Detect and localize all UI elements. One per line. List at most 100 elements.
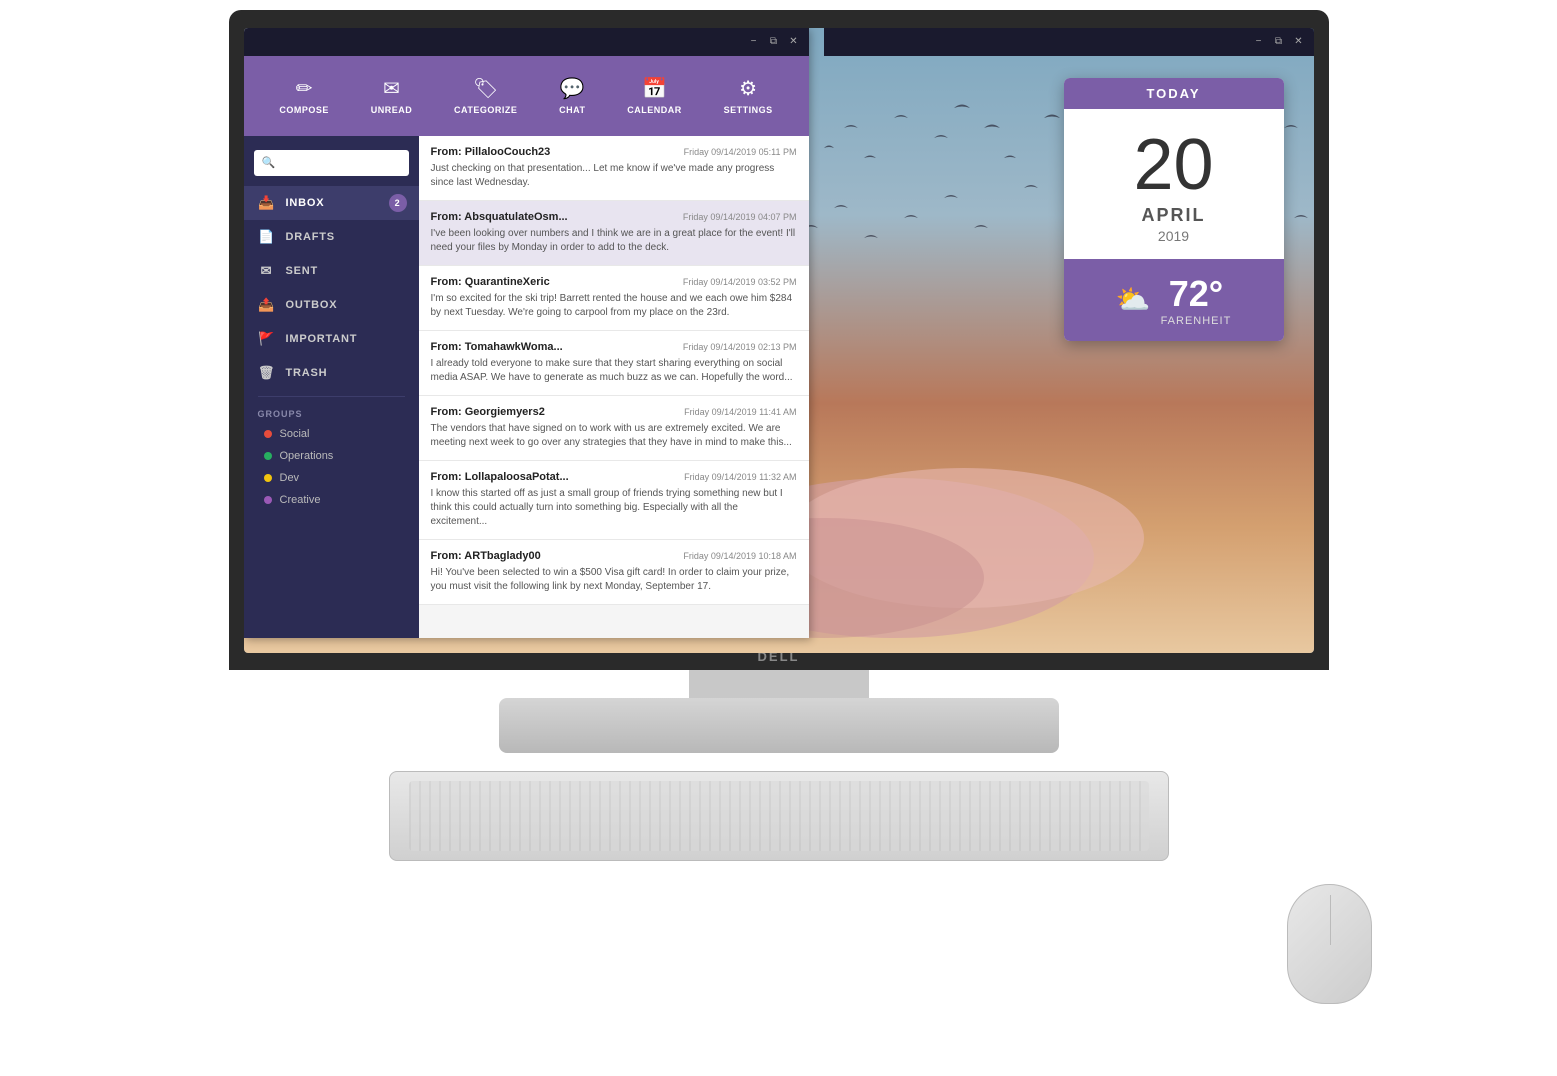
- email-header: From: LollapaloosaPotat... Friday 09/14/…: [431, 471, 797, 483]
- sidebar-item-trash[interactable]: 🗑 TRASH: [244, 356, 419, 390]
- calendar-widget: TODAY 20 APRIL 2019 ⛅ 72° FARENHEIT: [1064, 78, 1284, 341]
- operations-label: Operations: [280, 450, 334, 462]
- sidebar-group-creative[interactable]: Creative: [244, 489, 419, 511]
- email-preview: I've been looking over numbers and I thi…: [431, 227, 797, 255]
- email-item[interactable]: From: LollapaloosaPotat... Friday 09/14/…: [419, 461, 809, 540]
- email-body: 🔍 📥 INBOX 2 📄 DRAFTS: [244, 136, 809, 638]
- cal-close-button[interactable]: ✕: [1292, 35, 1306, 49]
- creative-label: Creative: [280, 494, 321, 506]
- weather-info: 72° FARENHEIT: [1161, 273, 1232, 327]
- outbox-icon: 📤: [258, 297, 276, 313]
- monitor-stand-neck: [689, 670, 869, 698]
- email-header: From: AbsquatulateOsm... Friday 09/14/20…: [431, 211, 797, 223]
- email-titlebar: − ⧉ ✕: [244, 28, 809, 56]
- email-from: From: PillalooCouch23: [431, 146, 551, 158]
- sidebar-divider: [258, 396, 405, 397]
- email-date: Friday 09/14/2019 11:32 AM: [684, 472, 796, 482]
- sent-icon: ✉: [258, 263, 276, 279]
- search-icon: 🔍: [262, 156, 276, 169]
- keyboard-keys: [409, 781, 1149, 851]
- email-item[interactable]: From: Georgiemyers2 Friday 09/14/2019 11…: [419, 396, 809, 461]
- sidebar-item-important[interactable]: 🚩 IMPORTANT: [244, 322, 419, 356]
- email-date: Friday 09/14/2019 10:18 AM: [683, 551, 796, 561]
- email-header: From: Georgiemyers2 Friday 09/14/2019 11…: [431, 406, 797, 418]
- email-item[interactable]: From: PillalooCouch23 Friday 09/14/2019 …: [419, 136, 809, 201]
- calendar-month: APRIL: [1074, 205, 1274, 226]
- dev-dot: [264, 474, 272, 482]
- email-from: From: ARTbaglady00: [431, 550, 541, 562]
- email-item[interactable]: From: ARTbaglady00 Friday 09/14/2019 10:…: [419, 540, 809, 605]
- email-preview: The vendors that have signed on to work …: [431, 422, 797, 450]
- drafts-label: DRAFTS: [286, 231, 335, 243]
- monitor-wrapper: DELL: [0, 0, 1557, 1076]
- email-preview: I'm so excited for the ski trip! Barrett…: [431, 292, 797, 320]
- calendar-date-area: 20 APRIL 2019: [1064, 109, 1284, 259]
- sent-label: SENT: [286, 265, 319, 277]
- email-header: From: ARTbaglady00 Friday 09/14/2019 10:…: [431, 550, 797, 562]
- cal-minimize-button[interactable]: −: [1252, 35, 1266, 49]
- calendar-label: CALENDAR: [627, 105, 682, 115]
- email-date: Friday 09/14/2019 04:07 PM: [683, 212, 797, 222]
- mouse[interactable]: [1287, 884, 1372, 1004]
- calendar-icon: 📅: [642, 76, 667, 101]
- calendar-titlebar: − ⧉ ✕: [824, 28, 1314, 56]
- important-icon: 🚩: [258, 331, 276, 347]
- maximize-button[interactable]: ⧉: [767, 35, 781, 49]
- unread-label: UNREAD: [371, 105, 413, 115]
- drafts-icon: 📄: [258, 229, 276, 245]
- sidebar-item-inbox[interactable]: 📥 INBOX 2: [244, 186, 419, 220]
- outbox-label: OUTBOX: [286, 299, 338, 311]
- trash-icon: 🗑: [258, 365, 276, 381]
- email-sidebar: 🔍 📥 INBOX 2 📄 DRAFTS: [244, 136, 419, 638]
- sidebar-item-drafts[interactable]: 📄 DRAFTS: [244, 220, 419, 254]
- chat-icon: 💬: [560, 76, 585, 101]
- compose-label: COMPOSE: [279, 105, 329, 115]
- mouse-scroll-wheel: [1330, 895, 1331, 945]
- cal-maximize-button[interactable]: ⧉: [1272, 35, 1286, 49]
- email-date: Friday 09/14/2019 11:41 AM: [684, 407, 796, 417]
- toolbar-chat[interactable]: 💬 CHAT: [559, 76, 585, 115]
- email-preview: I know this started off as just a small …: [431, 487, 797, 529]
- toolbar-unread[interactable]: ✉ UNREAD: [371, 76, 413, 115]
- inbox-badge: 2: [389, 194, 407, 212]
- sidebar-group-operations[interactable]: Operations: [244, 445, 419, 467]
- email-window: − ⧉ ✕ ✏ COMPOSE ✉ UNREAD 🏷: [244, 28, 809, 638]
- settings-icon: ⚙: [739, 76, 757, 101]
- categorize-label: CATEGORIZE: [454, 105, 517, 115]
- dev-label: Dev: [280, 472, 300, 484]
- calendar-year: 2019: [1074, 228, 1274, 244]
- keyboard[interactable]: [389, 771, 1169, 861]
- email-preview: I already told everyone to make sure tha…: [431, 357, 797, 385]
- calendar-today-bar: TODAY: [1064, 78, 1284, 109]
- email-date: Friday 09/14/2019 02:13 PM: [683, 342, 797, 352]
- toolbar-categorize[interactable]: 🏷 CATEGORIZE: [454, 76, 517, 115]
- social-label: Social: [280, 428, 310, 440]
- operations-dot: [264, 452, 272, 460]
- email-list: From: PillalooCouch23 Friday 09/14/2019 …: [419, 136, 809, 638]
- calendar-weather: ⛅ 72° FARENHEIT: [1064, 259, 1284, 341]
- sidebar-item-sent[interactable]: ✉ SENT: [244, 254, 419, 288]
- calendar-day: 20: [1074, 129, 1274, 201]
- groups-section-title: GROUPS: [244, 403, 419, 423]
- email-from: From: AbsquatulateOsm...: [431, 211, 568, 223]
- email-item[interactable]: From: AbsquatulateOsm... Friday 09/14/20…: [419, 201, 809, 266]
- minimize-button[interactable]: −: [747, 35, 761, 49]
- social-dot: [264, 430, 272, 438]
- toolbar-settings[interactable]: ⚙ SETTINGS: [724, 76, 773, 115]
- settings-label: SETTINGS: [724, 105, 773, 115]
- toolbar-compose[interactable]: ✏ COMPOSE: [279, 76, 329, 115]
- sidebar-item-outbox[interactable]: 📤 OUTBOX: [244, 288, 419, 322]
- compose-icon: ✏: [296, 76, 313, 101]
- search-box[interactable]: 🔍: [254, 150, 409, 176]
- sidebar-group-social[interactable]: Social: [244, 423, 419, 445]
- weather-icon: ⛅: [1116, 283, 1151, 316]
- email-item[interactable]: From: QuarantineXeric Friday 09/14/2019 …: [419, 266, 809, 331]
- close-button[interactable]: ✕: [787, 35, 801, 49]
- trash-label: TRASH: [286, 367, 328, 379]
- calendar-window-area: − ⧉ ✕: [824, 28, 1314, 56]
- email-header: From: PillalooCouch23 Friday 09/14/2019 …: [431, 146, 797, 158]
- toolbar-calendar[interactable]: 📅 CALENDAR: [627, 76, 682, 115]
- email-item[interactable]: From: TomahawkWoma... Friday 09/14/2019 …: [419, 331, 809, 396]
- sidebar-group-dev[interactable]: Dev: [244, 467, 419, 489]
- inbox-label: INBOX: [286, 197, 325, 209]
